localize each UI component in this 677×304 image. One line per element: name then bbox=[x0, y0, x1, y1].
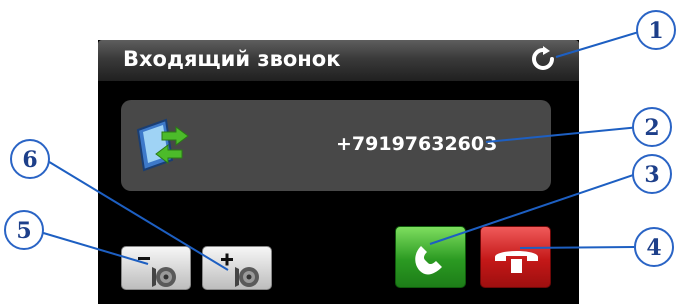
callout-6: 6 bbox=[10, 139, 50, 179]
callout-2-leader bbox=[485, 125, 651, 143]
svg-text:5: 5 bbox=[16, 218, 31, 244]
callout-2: 2 bbox=[632, 107, 672, 147]
callout-3: 3 bbox=[632, 154, 672, 194]
callout-6-leader bbox=[45, 159, 229, 271]
callout-5-leader bbox=[39, 231, 149, 265]
callout-4: 4 bbox=[634, 227, 674, 267]
svg-text:2: 2 bbox=[644, 115, 659, 141]
callout-3-leader bbox=[429, 171, 643, 245]
svg-text:4: 4 bbox=[646, 235, 661, 261]
callout-1: 1 bbox=[636, 10, 676, 50]
svg-text:3: 3 bbox=[644, 162, 659, 188]
callout-annotations: 1 2 3 4 5 6 bbox=[4, 10, 676, 271]
callout-4-leader bbox=[519, 246, 635, 249]
svg-text:6: 6 bbox=[22, 147, 37, 173]
callout-5: 5 bbox=[4, 210, 44, 250]
svg-text:1: 1 bbox=[648, 18, 663, 44]
